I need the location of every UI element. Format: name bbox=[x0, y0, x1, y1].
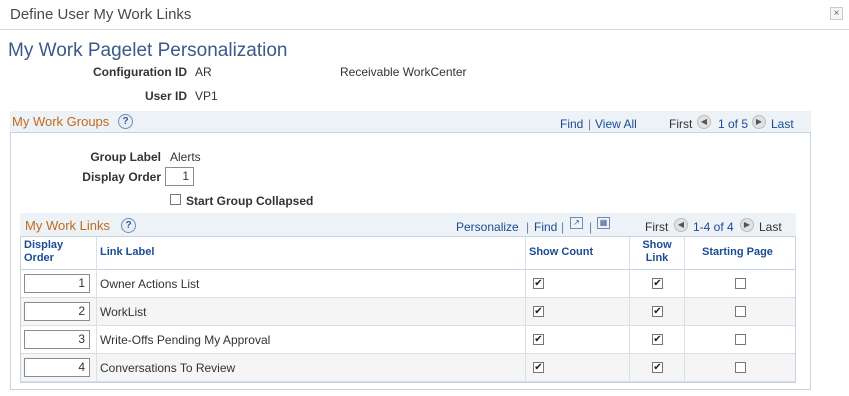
work-links-find-link[interactable]: Find bbox=[534, 220, 557, 234]
previous-arrow-icon[interactable]: ◀ bbox=[674, 218, 688, 232]
display-order-input[interactable]: 2 bbox=[24, 302, 90, 321]
starting-page-checkbox[interactable] bbox=[735, 334, 746, 345]
work-groups-title: My Work Groups bbox=[12, 114, 110, 129]
start-group-collapsed-label: Start Group Collapsed bbox=[186, 194, 314, 208]
column-header-display-order-line1: Display bbox=[24, 239, 64, 251]
show-count-checkbox[interactable]: ✔ bbox=[533, 334, 544, 345]
download-grid-icon[interactable]: ▦ bbox=[597, 217, 610, 229]
column-header-show-link[interactable]: Show Link bbox=[636, 239, 678, 265]
display-order-label: Display Order bbox=[82, 170, 161, 184]
configuration-id-value: AR bbox=[195, 65, 212, 79]
previous-arrow-icon[interactable]: ◀ bbox=[697, 115, 711, 129]
column-header-display-order[interactable]: Display Order bbox=[24, 239, 63, 265]
work-links-row-count: 1-4 of 4 bbox=[693, 220, 734, 234]
display-order-input[interactable]: 3 bbox=[24, 330, 90, 349]
window-title: Define User My Work Links bbox=[10, 6, 192, 23]
link-label-cell: Owner Actions List bbox=[100, 277, 200, 291]
starting-page-checkbox[interactable] bbox=[735, 306, 746, 317]
column-header-link-label[interactable]: Link Label bbox=[100, 246, 154, 258]
separator: | bbox=[526, 220, 530, 234]
work-links-last-label: Last bbox=[759, 220, 782, 234]
page-title: My Work Pagelet Personalization bbox=[8, 40, 288, 61]
show-link-checkbox[interactable]: ✔ bbox=[652, 362, 663, 373]
configuration-id-label: Configuration ID bbox=[93, 65, 187, 79]
work-links-first-label: First bbox=[645, 220, 669, 234]
show-link-checkbox[interactable]: ✔ bbox=[652, 334, 663, 345]
next-arrow-icon[interactable]: ▶ bbox=[740, 218, 754, 232]
column-divider bbox=[629, 237, 630, 382]
display-order-input[interactable]: 4 bbox=[24, 358, 90, 377]
link-label-cell: Conversations To Review bbox=[100, 361, 236, 375]
work-links-title: My Work Links bbox=[25, 218, 110, 233]
column-divider bbox=[96, 237, 97, 382]
column-header-starting-page[interactable]: Starting Page bbox=[702, 246, 773, 258]
user-id-value: VP1 bbox=[195, 89, 218, 103]
column-divider bbox=[525, 237, 526, 382]
link-label-cell: Write-Offs Pending My Approval bbox=[100, 333, 271, 347]
work-groups-find-link[interactable]: Find bbox=[560, 117, 583, 131]
user-id-label: User ID bbox=[144, 89, 187, 103]
new-window-icon[interactable]: ↗ bbox=[570, 217, 583, 229]
group-label-value: Alerts bbox=[170, 150, 201, 164]
show-count-checkbox[interactable]: ✔ bbox=[533, 278, 544, 289]
next-arrow-icon[interactable]: ▶ bbox=[752, 115, 766, 129]
work-groups-view-all-link[interactable]: View All bbox=[595, 117, 637, 131]
show-link-checkbox[interactable]: ✔ bbox=[652, 306, 663, 317]
link-label-cell: WorkList bbox=[100, 305, 147, 319]
starting-page-checkbox[interactable] bbox=[735, 362, 746, 373]
work-groups-last-link[interactable]: Last bbox=[771, 117, 794, 131]
column-divider bbox=[684, 237, 685, 382]
show-link-checkbox[interactable]: ✔ bbox=[652, 278, 663, 289]
group-label-label: Group Label bbox=[90, 150, 161, 164]
separator: | bbox=[561, 220, 565, 234]
start-group-collapsed-checkbox[interactable] bbox=[170, 194, 181, 205]
personalize-link[interactable]: Personalize bbox=[456, 220, 519, 234]
show-count-checkbox[interactable]: ✔ bbox=[533, 362, 544, 373]
column-header-display-order-line2: Order bbox=[24, 252, 54, 264]
display-order-input[interactable]: 1 bbox=[165, 167, 194, 186]
display-order-input[interactable]: 1 bbox=[24, 274, 90, 293]
column-header-show-link-line1: Show bbox=[642, 239, 672, 251]
close-icon[interactable]: × bbox=[830, 7, 843, 20]
help-icon[interactable]: ? bbox=[121, 218, 136, 233]
work-groups-first-label: First bbox=[669, 117, 693, 131]
configuration-description: Receivable WorkCenter bbox=[340, 65, 467, 79]
separator: | bbox=[589, 220, 593, 234]
column-header-show-link-line2: Link bbox=[645, 252, 669, 264]
column-header-show-count[interactable]: Show Count bbox=[529, 246, 593, 258]
work-groups-row-count: 1 of 5 bbox=[718, 117, 749, 131]
separator: | bbox=[588, 117, 592, 131]
starting-page-checkbox[interactable] bbox=[735, 278, 746, 289]
help-icon[interactable]: ? bbox=[118, 114, 133, 129]
show-count-checkbox[interactable]: ✔ bbox=[533, 306, 544, 317]
